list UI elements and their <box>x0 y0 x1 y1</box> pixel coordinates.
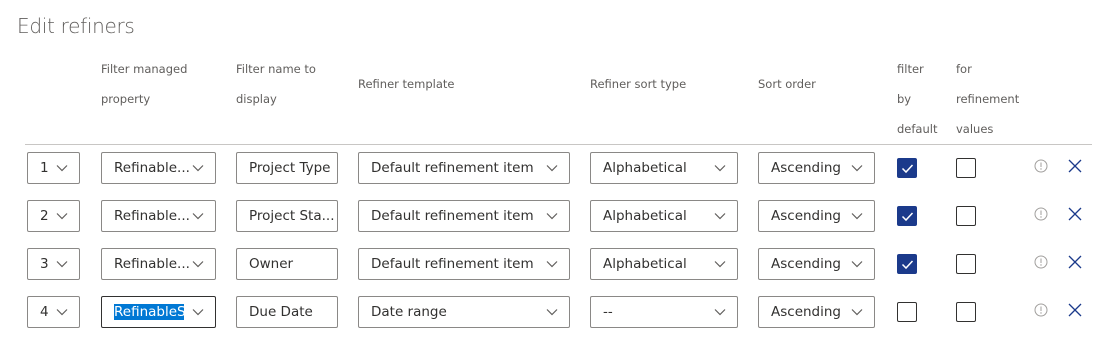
filter-by-default-checkbox[interactable] <box>897 254 917 274</box>
header-display-name: Filter name to display <box>236 54 316 114</box>
managed-property-dropdown[interactable]: Refinable... <box>101 248 216 280</box>
header-refiner-template: Refiner template <box>358 77 455 91</box>
chevron-down-icon <box>851 261 863 268</box>
header-divider <box>25 144 1092 145</box>
header-sort-type: Refiner sort type <box>590 77 687 91</box>
display-name-field[interactable]: Owner <box>236 248 338 280</box>
refinement-values-checkbox[interactable] <box>956 254 976 274</box>
chevron-down-icon <box>714 309 726 316</box>
sort-type-dropdown[interactable]: Alphabetical <box>590 200 738 232</box>
chevron-down-icon <box>192 261 204 268</box>
refinement-values-checkbox[interactable] <box>956 158 976 178</box>
chevron-down-icon <box>714 261 726 268</box>
header-managed-line1: Filter managed <box>101 62 188 76</box>
chevron-down-icon <box>192 165 204 172</box>
filter-by-default-checkbox[interactable] <box>897 302 917 322</box>
close-icon[interactable] <box>1067 158 1083 174</box>
order-dropdown[interactable]: 4 <box>27 296 80 328</box>
chevron-down-icon <box>192 309 204 316</box>
close-icon[interactable] <box>1067 254 1083 270</box>
display-name-field[interactable]: Project Type <box>236 152 338 184</box>
sort-order-dropdown[interactable]: Ascending <box>758 248 875 280</box>
chevron-down-icon <box>56 165 68 172</box>
chevron-down-icon <box>851 165 863 172</box>
header-filter-by-default: filter by default <box>897 54 937 144</box>
refiner-template-value: Default refinement item <box>371 160 534 176</box>
refiner-template-dropdown[interactable]: Date range <box>358 296 570 328</box>
chevron-down-icon <box>56 309 68 316</box>
header-refine-line2: refinement <box>956 92 1020 106</box>
header-refine-line1: for <box>956 62 972 76</box>
refiner-template-value: Date range <box>371 304 447 320</box>
header-display-line1: Filter name to <box>236 62 316 76</box>
refiner-template-dropdown[interactable]: Default refinement item <box>358 248 570 280</box>
order-dropdown[interactable]: 3 <box>27 248 80 280</box>
header-filter-line1: filter <box>897 62 924 76</box>
header-managed-property: Filter managed property <box>101 54 187 114</box>
checkmark-icon <box>901 212 914 222</box>
sort-type-dropdown[interactable]: -- <box>590 296 738 328</box>
info-icon[interactable] <box>1034 159 1048 173</box>
chevron-down-icon <box>546 309 558 316</box>
order-dropdown[interactable]: 2 <box>27 200 80 232</box>
header-filter-line2: by <box>897 92 912 106</box>
sort-order-dropdown[interactable]: Ascending <box>758 152 875 184</box>
chevron-down-icon <box>851 213 863 220</box>
chevron-down-icon <box>714 165 726 172</box>
sort-type-dropdown[interactable]: Alphabetical <box>590 152 738 184</box>
chevron-down-icon <box>192 213 204 220</box>
display-name-field[interactable]: Due Date <box>236 296 338 328</box>
info-icon[interactable] <box>1034 207 1048 221</box>
refiner-template-value: Default refinement item <box>371 208 534 224</box>
order-dropdown[interactable]: 1 <box>27 152 80 184</box>
filter-by-default-checkbox[interactable] <box>897 206 917 226</box>
info-icon[interactable] <box>1034 255 1048 269</box>
header-display-line2: display <box>236 92 277 106</box>
managed-property-dropdown[interactable]: Refinable... <box>101 200 216 232</box>
sort-type-dropdown[interactable]: Alphabetical <box>590 248 738 280</box>
chevron-down-icon <box>851 309 863 316</box>
chevron-down-icon <box>714 213 726 220</box>
checkmark-icon <box>901 164 914 174</box>
header-managed-line2: property <box>101 92 151 106</box>
header-filter-line3: default <box>897 122 938 136</box>
managed-property-dropdown[interactable]: RefinableSt <box>101 296 216 328</box>
checkmark-icon <box>901 260 914 270</box>
chevron-down-icon <box>546 165 558 172</box>
refiner-template-dropdown[interactable]: Default refinement item <box>358 152 570 184</box>
sort-order-dropdown[interactable]: Ascending <box>758 296 875 328</box>
chevron-down-icon <box>56 261 68 268</box>
refiner-template-dropdown[interactable]: Default refinement item <box>358 200 570 232</box>
refinement-values-checkbox[interactable] <box>956 206 976 226</box>
header-sort-order: Sort order <box>758 77 816 91</box>
header-refine-line3: values <box>956 122 994 136</box>
sort-order-dropdown[interactable]: Ascending <box>758 200 875 232</box>
chevron-down-icon <box>546 213 558 220</box>
display-name-field[interactable]: Project Sta... <box>236 200 338 232</box>
info-icon[interactable] <box>1034 303 1048 317</box>
refinement-values-checkbox[interactable] <box>956 302 976 322</box>
page-title: Edit refiners <box>17 14 135 38</box>
managed-property-dropdown[interactable]: Refinable... <box>101 152 216 184</box>
header-refinement-values: for refinement values <box>956 54 1019 144</box>
filter-by-default-checkbox[interactable] <box>897 158 917 178</box>
chevron-down-icon <box>56 213 68 220</box>
managed-property-value: RefinableSt <box>114 304 184 320</box>
chevron-down-icon <box>546 261 558 268</box>
close-icon[interactable] <box>1067 302 1083 318</box>
refiner-template-value: Default refinement item <box>371 256 534 272</box>
close-icon[interactable] <box>1067 206 1083 222</box>
